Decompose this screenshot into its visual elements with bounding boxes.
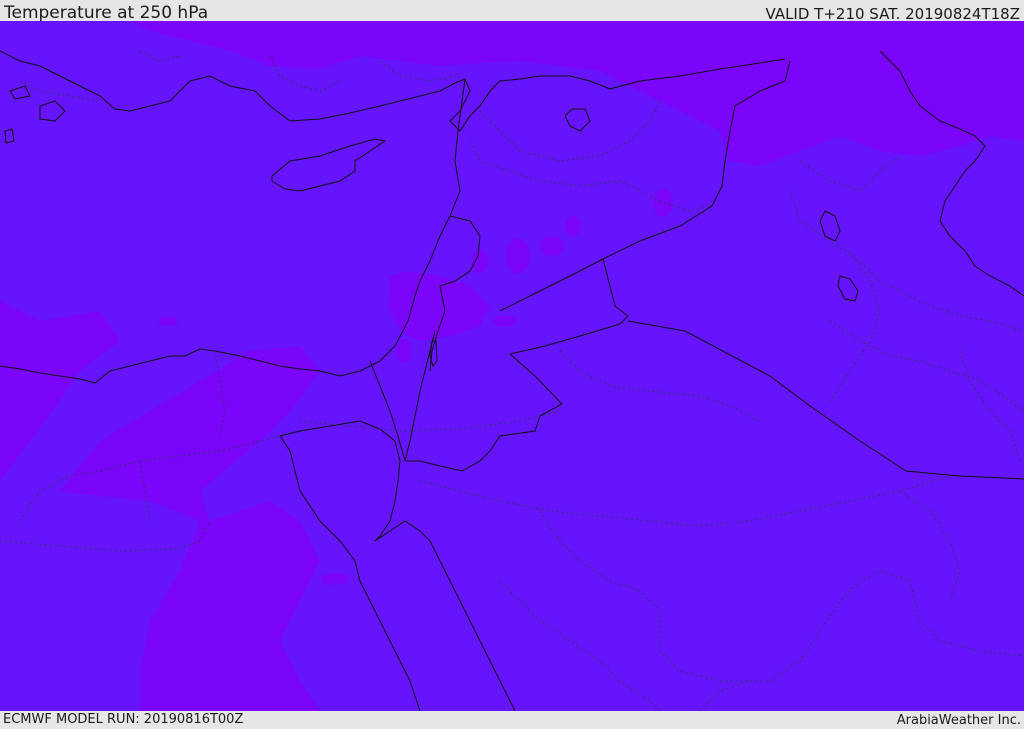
map-canvas — [0, 21, 1024, 711]
model-run-label: ECMWF MODEL RUN: 20190816T00Z — [3, 712, 244, 727]
temperature-cell-2 — [540, 236, 564, 256]
footer-bar: ECMWF MODEL RUN: 20190816T00Z ArabiaWeat… — [0, 711, 1024, 729]
credit-label: ArabiaWeather Inc. — [896, 713, 1021, 728]
temperature-cell-3 — [565, 216, 581, 236]
map-title: Temperature at 250 hPa — [4, 3, 209, 23]
temperature-cell-6 — [158, 316, 178, 326]
temperature-cell-5 — [472, 249, 488, 273]
temperature-cell-4 — [653, 189, 673, 217]
temperature-cell-9 — [396, 339, 412, 363]
weather-map[interactable] — [0, 21, 1024, 711]
temperature-cell-8 — [321, 573, 349, 585]
temperature-cell-7 — [493, 315, 517, 327]
header-bar: Temperature at 250 hPa VALID T+210 SAT. … — [0, 0, 1024, 23]
temperature-cell-1 — [506, 238, 530, 274]
